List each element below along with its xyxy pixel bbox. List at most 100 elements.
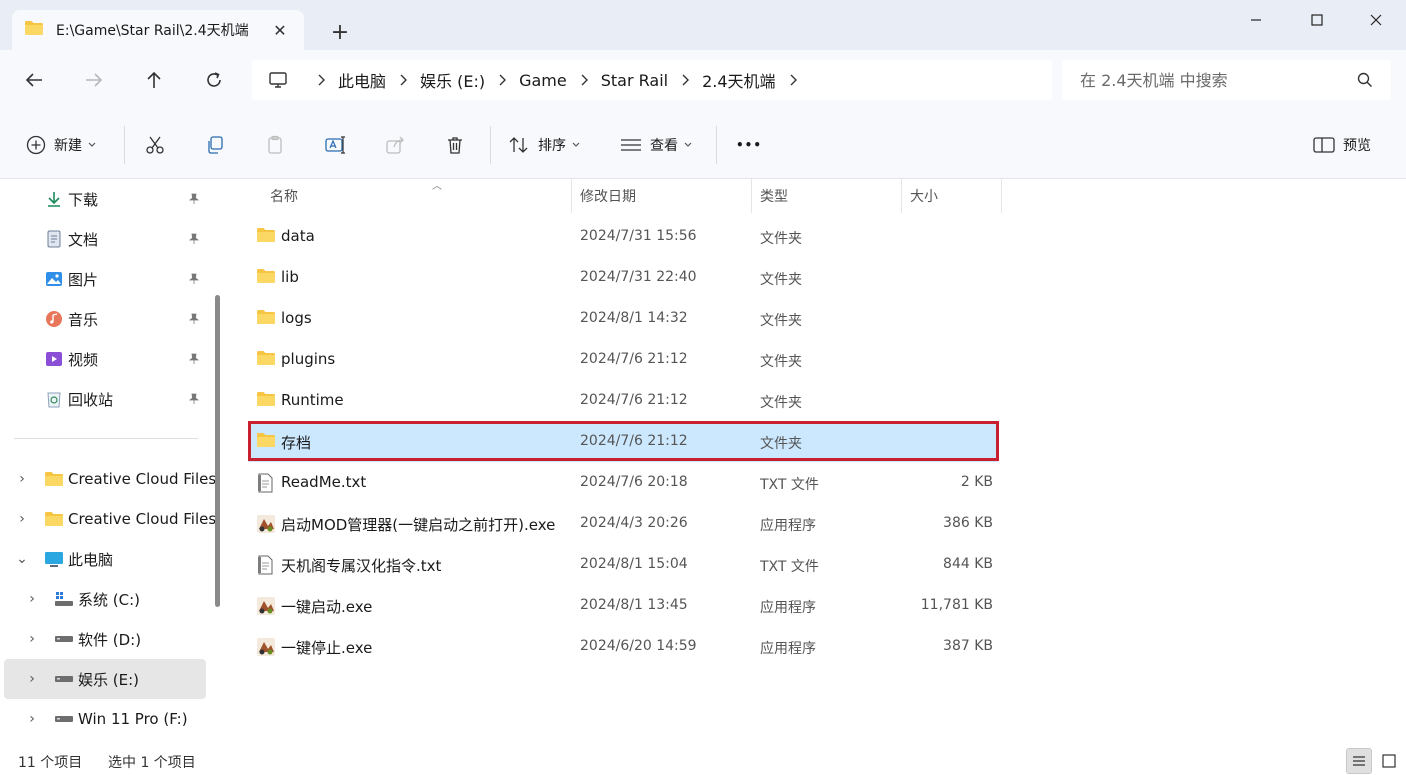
details-view-button[interactable]	[1346, 748, 1372, 774]
up-button[interactable]	[136, 62, 172, 98]
file-row[interactable]: Runtime 2024/7/6 21:12 文件夹	[248, 381, 998, 421]
file-type: 文件夹	[760, 436, 802, 452]
file-row[interactable]: plugins 2024/7/6 21:12 文件夹	[248, 340, 998, 380]
trash-icon	[448, 137, 462, 154]
folder-icon	[24, 20, 44, 40]
column-header-type[interactable]: 类型	[752, 179, 902, 213]
sidebar-item-music[interactable]: 音乐	[4, 299, 206, 339]
file-row[interactable]: data 2024/7/31 15:56 文件夹	[248, 217, 998, 257]
sidebar-item-creative-cloud-1[interactable]: › Creative Cloud Files	[4, 459, 216, 499]
tab-close-button[interactable]: ✕	[268, 18, 292, 42]
tiles-view-button[interactable]	[1376, 748, 1402, 774]
copy-button[interactable]	[205, 128, 225, 162]
computer-icon	[268, 71, 290, 89]
sidebar-item-videos[interactable]: 视频	[4, 339, 206, 379]
maximize-button[interactable]	[1287, 0, 1347, 40]
search-icon[interactable]	[1357, 72, 1373, 88]
chevron-down-icon[interactable]: ⌄	[14, 551, 30, 567]
file-row[interactable]: ReadMe.txt 2024/7/6 20:18 TXT 文件 2 KB	[248, 463, 998, 503]
rename-button[interactable]	[325, 128, 347, 162]
file-row[interactable]: lib 2024/7/31 22:40 文件夹	[248, 258, 998, 298]
breadcrumb-drive-e[interactable]: 娱乐 (E:)	[420, 68, 485, 92]
back-button[interactable]	[16, 62, 52, 98]
chevron-right-icon[interactable]: ›	[24, 671, 40, 687]
scissors-icon	[146, 136, 164, 154]
file-row[interactable]: 一键停止.exe 2024/6/20 14:59 应用程序 387 KB	[248, 627, 998, 667]
column-header-date[interactable]: 修改日期	[572, 179, 752, 213]
chevron-right-icon[interactable]: ›	[24, 631, 40, 647]
computer-icon	[44, 549, 64, 569]
pin-icon[interactable]	[186, 351, 202, 367]
file-type: 应用程序	[760, 600, 816, 616]
sidebar-item-this-pc[interactable]: ⌄ 此电脑	[4, 539, 206, 579]
tab-current-folder[interactable]: E:\Game\Star Rail\2.4天机端 ✕	[12, 10, 304, 50]
pin-icon[interactable]	[186, 271, 202, 287]
document-icon	[44, 229, 64, 249]
column-header-size[interactable]: 大小	[902, 179, 1002, 213]
chevron-right-icon[interactable]	[567, 74, 601, 86]
breadcrumb-this-pc[interactable]: 此电脑	[338, 68, 386, 92]
share-button[interactable]	[385, 128, 405, 162]
sidebar-item-pictures[interactable]: 图片	[4, 259, 206, 299]
pin-icon[interactable]	[186, 311, 202, 327]
minimize-button[interactable]	[1226, 0, 1286, 40]
sidebar-item-downloads[interactable]: 下载	[4, 179, 206, 219]
view-button[interactable]: 查看	[620, 128, 692, 162]
sidebar-item-drive-f[interactable]: › Win 11 Pro (F:)	[4, 699, 206, 739]
pin-icon[interactable]	[186, 231, 202, 247]
file-name: 天机阁专属汉化指令.txt	[281, 557, 442, 575]
chevron-right-icon[interactable]: ›	[14, 511, 30, 527]
chevron-right-icon[interactable]	[485, 74, 519, 86]
file-row[interactable]: 存档 2024/7/6 21:12 文件夹	[248, 422, 998, 462]
video-icon	[44, 349, 64, 369]
cut-button[interactable]	[145, 128, 165, 162]
address-bar[interactable]: 此电脑 娱乐 (E:) Game Star Rail 2.4天机端	[252, 60, 1052, 100]
new-button[interactable]: 新建	[26, 128, 96, 162]
chevron-right-icon[interactable]: ›	[14, 471, 30, 487]
file-row[interactable]: 一键启动.exe 2024/8/1 13:45 应用程序 11,781 KB	[248, 586, 998, 626]
sidebar-item-documents[interactable]: 文档	[4, 219, 206, 259]
chevron-right-icon[interactable]	[386, 74, 420, 86]
sidebar-item-creative-cloud-2[interactable]: › Creative Cloud Files	[4, 499, 216, 539]
file-type: 文件夹	[760, 272, 802, 288]
chevron-right-icon[interactable]	[304, 74, 338, 86]
file-type: TXT 文件	[760, 477, 819, 493]
column-header-name[interactable]: 名称 ︿	[248, 179, 572, 213]
maximize-icon	[1311, 14, 1323, 26]
search-input[interactable]	[1080, 70, 1357, 90]
more-options-button[interactable]: •••	[736, 128, 762, 162]
copy-icon	[208, 136, 223, 154]
chevron-right-icon[interactable]	[668, 74, 702, 86]
file-date: 2024/8/1 14:32	[580, 310, 688, 326]
file-row[interactable]: 启动MOD管理器(一键启动之前打开).exe 2024/4/3 20:26 应用程序…	[248, 504, 998, 544]
breadcrumb-current-folder[interactable]: 2.4天机端	[702, 68, 775, 92]
chevron-right-icon[interactable]: ›	[24, 711, 40, 727]
chevron-right-icon[interactable]	[776, 74, 810, 86]
sidebar-item-drive-d[interactable]: › 软件 (D:)	[4, 619, 206, 659]
drive-icon	[54, 709, 74, 729]
paste-button[interactable]	[265, 128, 285, 162]
sidebar-item-drive-e[interactable]: › 娱乐 (E:)	[4, 659, 206, 699]
preview-pane-button[interactable]: 预览	[1313, 128, 1371, 162]
refresh-button[interactable]	[196, 62, 232, 98]
pin-icon[interactable]	[186, 191, 202, 207]
plus-circle-icon	[26, 135, 46, 155]
sidebar-scrollbar[interactable]	[212, 179, 224, 746]
sidebar-item-drive-c[interactable]: › 系统 (C:)	[4, 579, 206, 619]
breadcrumb-star-rail[interactable]: Star Rail	[601, 71, 668, 90]
breadcrumb-game[interactable]: Game	[519, 71, 567, 90]
close-window-button[interactable]	[1346, 0, 1406, 40]
sort-button[interactable]: 排序	[508, 128, 580, 162]
forward-button[interactable]	[76, 62, 112, 98]
chevron-right-icon[interactable]: ›	[24, 591, 40, 607]
sidebar-item-recycle-bin[interactable]: 回收站	[4, 379, 206, 419]
file-row[interactable]: logs 2024/8/1 14:32 文件夹	[248, 299, 998, 339]
search-box[interactable]	[1062, 60, 1391, 100]
new-tab-button[interactable]: +	[322, 18, 358, 46]
sidebar-scrollbar-thumb[interactable]	[215, 295, 220, 607]
sidebar-item-label: 此电脑	[68, 550, 114, 569]
pin-icon[interactable]	[186, 391, 202, 407]
file-row[interactable]: 天机阁专属汉化指令.txt 2024/8/1 15:04 TXT 文件 844 KB	[248, 545, 998, 585]
delete-button[interactable]	[445, 128, 465, 162]
sidebar-item-label: 图片	[68, 270, 99, 289]
